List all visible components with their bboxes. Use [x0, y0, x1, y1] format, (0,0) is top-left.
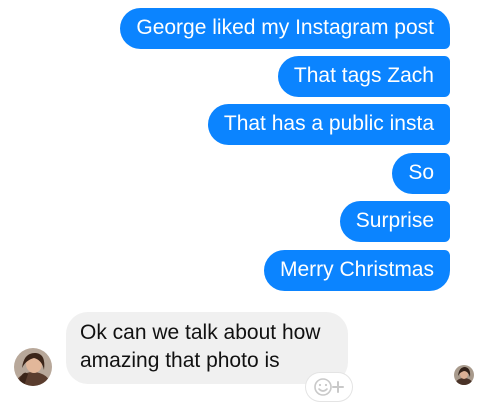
- outgoing-message[interactable]: So: [392, 153, 450, 194]
- outgoing-message[interactable]: Surprise: [339, 201, 450, 242]
- outgoing-message[interactable]: That has a public insta: [207, 104, 450, 145]
- add-reaction-button[interactable]: [306, 373, 352, 401]
- avatar-image: [14, 348, 52, 386]
- message-thread: George liked my Instagram post That tags…: [0, 0, 480, 406]
- outgoing-message[interactable]: George liked my Instagram post: [120, 8, 450, 49]
- incoming-message[interactable]: Ok can we talk about how amazing that ph…: [66, 312, 348, 384]
- outgoing-message[interactable]: That tags Zach: [277, 56, 450, 97]
- sender-avatar[interactable]: [14, 348, 52, 386]
- avatar-image: [454, 365, 474, 385]
- smiley-plus-icon: [314, 378, 344, 396]
- incoming-message-text: Ok can we talk about how amazing that ph…: [80, 321, 321, 372]
- outgoing-message[interactable]: Merry Christmas: [263, 250, 450, 291]
- read-receipt-avatar: [454, 365, 474, 385]
